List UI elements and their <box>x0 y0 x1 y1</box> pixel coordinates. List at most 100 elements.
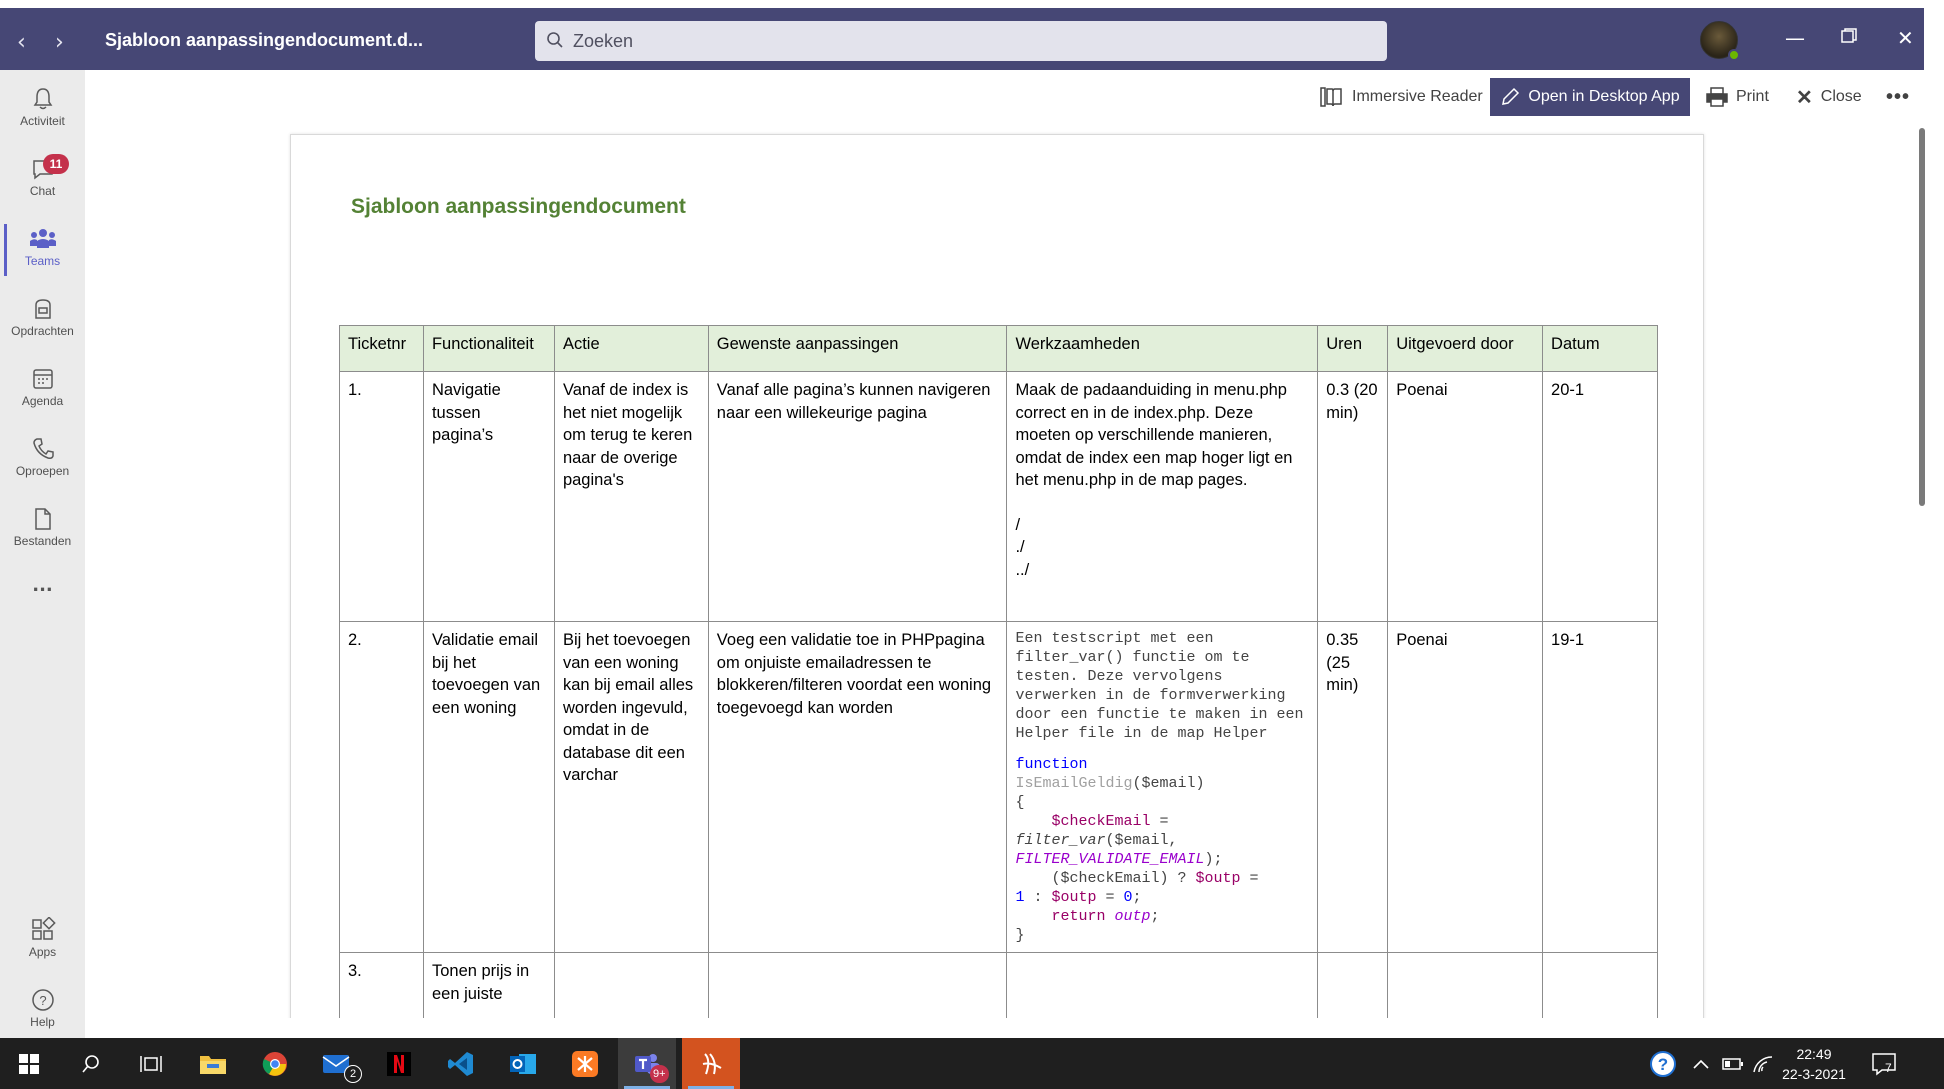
back-icon[interactable]: ‹ <box>17 30 26 55</box>
more-options-button[interactable]: ••• <box>1886 78 1910 116</box>
cell-actie: Bij het toevoegen van een woning kan bij… <box>553 621 709 953</box>
app-rail: Activiteit Chat 11 Teams Opdrachten Agen… <box>0 70 85 1038</box>
cell-uitgevoerd-door <box>1387 952 1544 1018</box>
cell-uitgevoerd-door: Poenai <box>1387 621 1544 953</box>
rail-item-bestanden[interactable]: Bestanden <box>0 496 85 566</box>
wifi-icon[interactable] <box>1752 1038 1774 1089</box>
code-text: ? <box>1168 870 1196 887</box>
more-icon: ... <box>32 575 53 596</box>
document-heading: Sjabloon aanpassingendocument <box>351 195 686 218</box>
table-header: Uren <box>1317 325 1389 372</box>
taskbar-search-button[interactable] <box>62 1038 120 1089</box>
cell-functionaliteit: Validatie email bij het toevoegen van ee… <box>422 621 555 953</box>
rail-label: Opdrachten <box>11 324 74 338</box>
rail-label: Oproepen <box>15 464 70 478</box>
show-hidden-icons-icon[interactable] <box>1692 1038 1710 1089</box>
immersive-reader-label: Immersive Reader <box>1352 88 1483 105</box>
rail-item-chat[interactable]: Chat 11 <box>0 146 85 216</box>
mail-badge: 2 <box>344 1065 362 1083</box>
taskbar-xampp[interactable] <box>556 1038 614 1089</box>
teams-badge: 9+ <box>650 1065 669 1083</box>
system-clock[interactable]: 22:49 22-3-2021 <box>1774 1044 1854 1084</box>
print-button[interactable]: Print <box>1706 78 1769 116</box>
clock-time: 22:49 <box>1796 1046 1832 1062</box>
rail-label: Teams <box>24 254 61 268</box>
cell-functionaliteit: Tonen prijs in een juiste <box>422 952 555 1018</box>
path-line: / <box>1015 515 1021 534</box>
table-header: Werkzaamheden <box>1006 325 1319 372</box>
cell-ticketnr: 1. <box>339 371 424 622</box>
cell-ticketnr: 3. <box>339 952 424 1018</box>
clock-date: 22-3-2021 <box>1782 1066 1846 1082</box>
code-param: ($email) <box>1132 775 1205 792</box>
rail-item-apps[interactable]: Apps <box>0 907 85 977</box>
rail-item-opdrachten[interactable]: Opdrachten <box>0 286 85 356</box>
taskbar-teams[interactable]: 9+ <box>618 1038 676 1089</box>
rail-label: Chat <box>29 184 56 198</box>
immersive-reader-button[interactable]: Immersive Reader <box>1320 78 1483 116</box>
vscode-icon <box>448 1051 473 1076</box>
table-header: Datum <box>1542 325 1658 372</box>
rail-label: Activiteit <box>20 114 65 128</box>
open-in-desktop-app-label: Open in Desktop App <box>1528 88 1680 105</box>
windows-icon <box>19 1053 39 1074</box>
rail-item-help[interactable]: ? Help <box>0 977 85 1047</box>
taskbar-vscode[interactable] <box>432 1038 490 1089</box>
file-icon <box>34 508 51 530</box>
table-header: Functionaliteit <box>422 325 555 372</box>
document-title: Sjabloon aanpassingendocument.d... <box>105 30 424 50</box>
rail-more-button[interactable]: ... <box>0 575 85 605</box>
code-keyword-return: return <box>1051 908 1115 925</box>
search-input[interactable]: Zoeken <box>535 21 1387 61</box>
avatar[interactable] <box>1700 21 1740 61</box>
table-header: Actie <box>553 325 709 372</box>
taskbar-mail[interactable]: 2 <box>308 1038 366 1089</box>
code-text: ; <box>1150 908 1160 925</box>
open-in-desktop-app-button[interactable]: Open in Desktop App <box>1490 78 1690 116</box>
taskbar-pdf-app[interactable] <box>682 1038 740 1089</box>
start-button[interactable] <box>0 1038 58 1089</box>
cell-uren <box>1317 952 1389 1018</box>
rail-label: Help <box>30 1015 55 1029</box>
taskbar-chrome[interactable] <box>246 1038 304 1089</box>
taskbar-netflix[interactable] <box>370 1038 428 1089</box>
teams-icon <box>29 229 56 248</box>
table-row: 2. Validatie email bij het toevoegen van… <box>339 621 1658 953</box>
document-viewer[interactable]: Sjabloon aanpassingendocument Ticketnr F… <box>85 120 1924 1018</box>
help-icon: ? <box>31 989 54 1011</box>
cell-actie: Vanaf de index is het niet mogelijk om t… <box>553 371 709 622</box>
code-call: filter_var <box>1015 832 1106 849</box>
table-header-row: Ticketnr Functionaliteit Actie Gewenste … <box>339 325 1658 372</box>
notification-center-icon[interactable]: 7 <box>1870 1038 1898 1089</box>
rail-item-oproepen[interactable]: Oproepen <box>0 426 85 496</box>
code-keyword: function <box>1015 756 1088 773</box>
cell-gewenst: Voeg een validatie toe in PHPpagina om o… <box>707 621 1008 953</box>
taskbar-file-explorer[interactable] <box>184 1038 242 1089</box>
task-view-button[interactable] <box>122 1038 180 1089</box>
battery-icon[interactable] <box>1722 1038 1744 1089</box>
phone-icon <box>32 438 54 459</box>
rail-item-activiteit[interactable]: Activiteit <box>0 76 85 146</box>
code-text: = <box>1096 889 1124 906</box>
netflix-icon <box>387 1051 411 1076</box>
close-document-button[interactable]: ✕ Close <box>1796 78 1862 116</box>
code-var: $checkEmail <box>1051 813 1151 830</box>
rail-item-teams[interactable]: Teams <box>0 216 85 286</box>
immersive-reader-icon <box>1320 87 1342 107</box>
taskbar-outlook[interactable] <box>494 1038 552 1089</box>
minimize-icon[interactable]: — <box>1785 26 1805 50</box>
cell-uren: 0.35 (25 min) <box>1317 621 1389 953</box>
forward-icon[interactable]: › <box>55 30 64 55</box>
close-window-icon[interactable]: ✕ <box>1897 26 1914 50</box>
cell-uren: 0.3 (20 min) <box>1317 371 1389 622</box>
help-tray-icon[interactable]: ? <box>1648 1038 1678 1089</box>
cell-ticketnr: 2. <box>339 621 424 953</box>
vertical-scrollbar[interactable] <box>1919 128 1925 506</box>
rail-item-agenda[interactable]: Agenda <box>0 356 85 426</box>
restore-icon[interactable] <box>1840 26 1858 50</box>
search-icon <box>546 31 564 53</box>
search-icon <box>82 1054 99 1073</box>
tickets-table: Ticketnr Functionaliteit Actie Gewenste … <box>339 325 1658 1018</box>
svg-text:?: ? <box>1658 1055 1668 1074</box>
chrome-icon <box>262 1051 287 1076</box>
